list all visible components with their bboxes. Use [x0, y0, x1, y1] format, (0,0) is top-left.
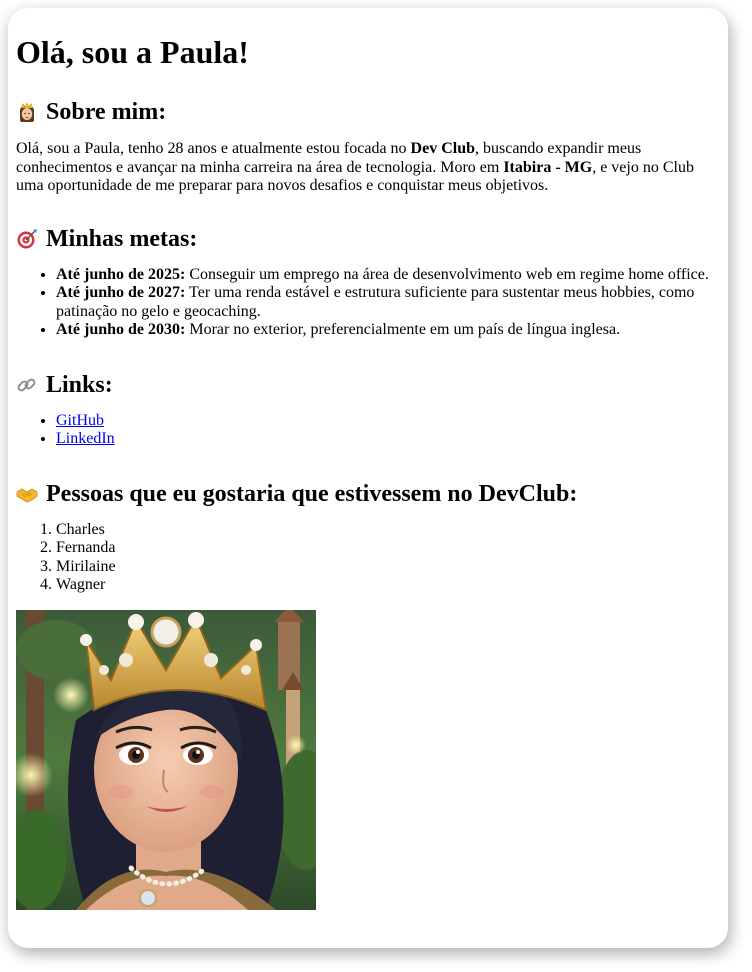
goal-label: Até junho de 2025: — [56, 266, 186, 283]
goal-label: Até junho de 2027: — [56, 284, 186, 302]
about-heading-label: Sobre mim: — [46, 99, 167, 125]
goal-text: Morar no exterior, preferencialmente em … — [185, 321, 621, 339]
page-title: Olá, sou a Paula! — [16, 34, 249, 70]
princess-emoji-icon — [20, 102, 34, 122]
goal-item: Até junho de 2027: Ter uma renda estável… — [56, 284, 752, 321]
goals-heading-label: Minhas metas: — [46, 226, 198, 252]
about-bold-location: Itabira - MG — [503, 158, 593, 176]
linkedin-link[interactable]: LinkedIn — [56, 430, 115, 447]
people-heading: Pessoas que eu gostaria que estivessem n… — [16, 482, 577, 506]
goal-item: Até junho de 2030: Morar no exterior, pr… — [56, 321, 752, 339]
person-item: Charles — [56, 521, 116, 539]
goals-heading: Minhas metas: — [16, 227, 197, 251]
about-paragraph: Olá, sou a Paula, tenho 28 anos e atualm… — [16, 140, 716, 196]
handshake-emoji-icon — [16, 488, 38, 503]
link-emoji-icon — [17, 378, 36, 392]
links-heading: Links: — [16, 373, 113, 397]
links-heading-label: Links: — [46, 372, 113, 398]
link-item: LinkedIn — [56, 430, 115, 448]
person-item: Fernanda — [56, 539, 116, 557]
people-heading-label: Pessoas que eu gostaria que estivessem n… — [46, 481, 578, 507]
about-text-1: Olá, sou a Paula, tenho 28 anos e atualm… — [16, 140, 411, 157]
github-link[interactable]: GitHub — [56, 412, 104, 429]
target-emoji-icon — [17, 229, 37, 249]
goal-label: Até junho de 2030: — [56, 321, 186, 339]
person-item: Wagner — [56, 576, 116, 594]
about-bold-devclub: Dev Club — [410, 140, 475, 157]
link-item: GitHub — [56, 412, 115, 430]
people-list: Charles Fernanda Mirilaine Wagner — [16, 521, 116, 595]
profile-card: Olá, sou a Paula! Sobre mim: Olá, sou a … — [8, 8, 728, 948]
profile-portrait-image — [16, 610, 316, 910]
person-item: Mirilaine — [56, 558, 116, 576]
about-heading: Sobre mim: — [16, 100, 166, 124]
goal-text: Conseguir um emprego na área de desenvol… — [185, 266, 709, 283]
goal-item: Até junho de 2025: Conseguir um emprego … — [56, 266, 752, 284]
links-list: GitHub LinkedIn — [16, 412, 115, 449]
goals-list: Até junho de 2025: Conseguir um emprego … — [16, 266, 752, 340]
